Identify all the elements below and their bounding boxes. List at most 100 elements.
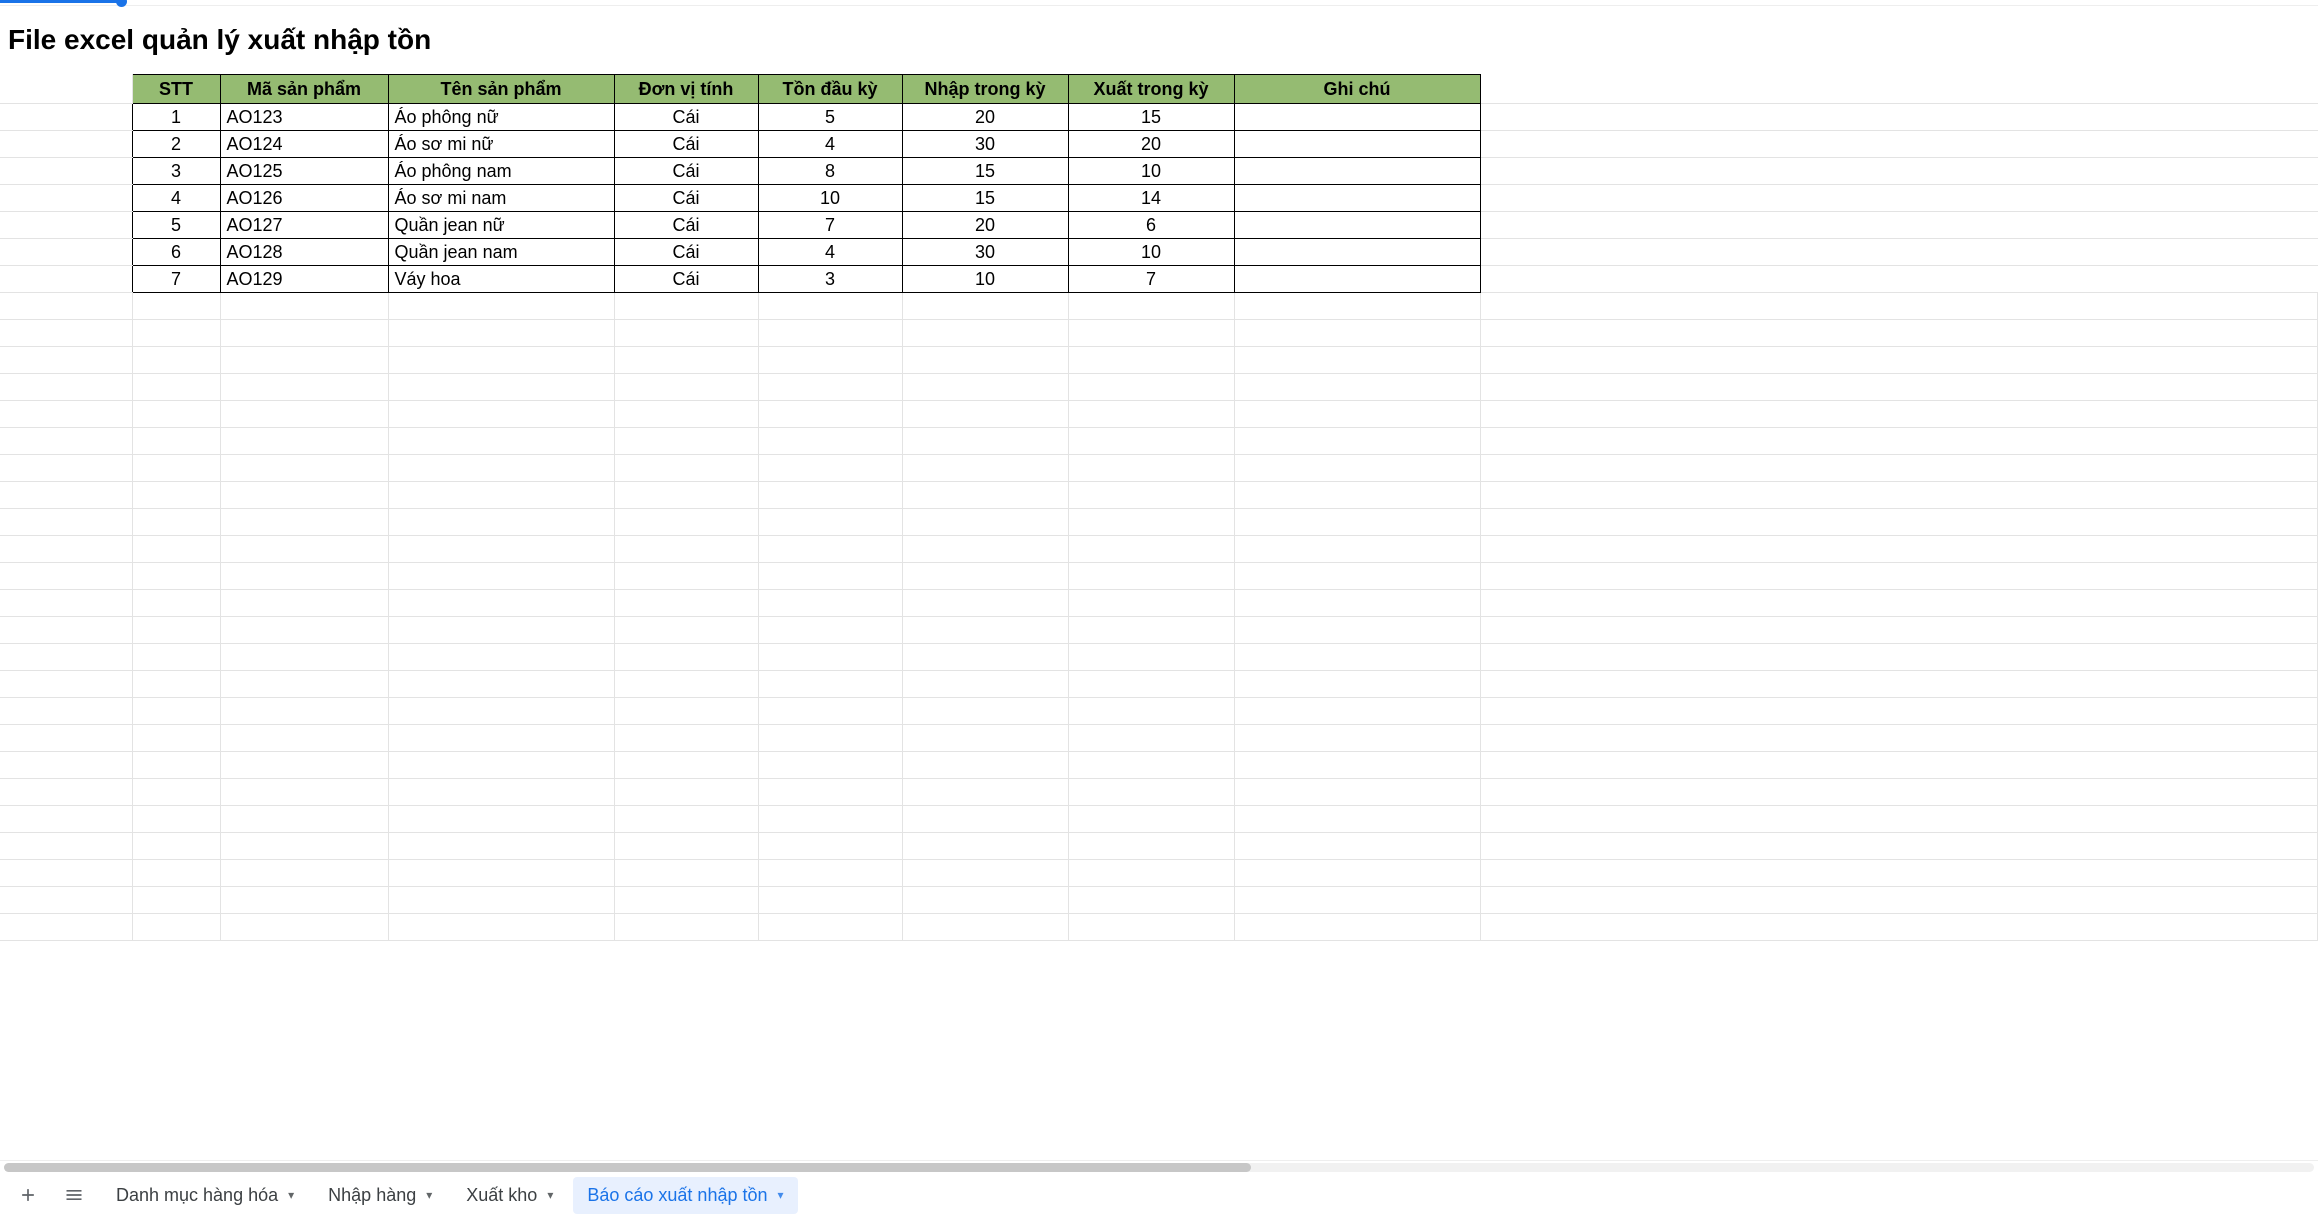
empty-cell[interactable] bbox=[0, 401, 132, 428]
empty-cell[interactable] bbox=[902, 320, 1068, 347]
pad-cell[interactable] bbox=[0, 266, 132, 293]
empty-cell[interactable] bbox=[388, 509, 614, 536]
rest-cell[interactable] bbox=[1480, 212, 2318, 239]
cell-out[interactable]: 6 bbox=[1068, 212, 1234, 239]
empty-cell[interactable] bbox=[132, 482, 220, 509]
rest-cell[interactable] bbox=[1480, 239, 2318, 266]
empty-cell[interactable] bbox=[902, 617, 1068, 644]
empty-cell[interactable] bbox=[614, 455, 758, 482]
cell-in[interactable]: 20 bbox=[902, 212, 1068, 239]
cell-out[interactable]: 10 bbox=[1068, 239, 1234, 266]
empty-cell[interactable] bbox=[902, 401, 1068, 428]
empty-cell[interactable] bbox=[614, 590, 758, 617]
cell-code[interactable]: AO125 bbox=[220, 158, 388, 185]
cell-stt[interactable]: 1 bbox=[132, 104, 220, 131]
empty-cell[interactable] bbox=[614, 509, 758, 536]
empty-cell[interactable] bbox=[614, 860, 758, 887]
empty-cell[interactable] bbox=[1480, 806, 2318, 833]
horizontal-scrollbar[interactable] bbox=[0, 1160, 2318, 1174]
empty-cell[interactable] bbox=[758, 536, 902, 563]
empty-cell[interactable] bbox=[220, 752, 388, 779]
empty-cell[interactable] bbox=[0, 752, 132, 779]
chevron-down-icon[interactable]: ▾ bbox=[547, 1188, 553, 1202]
empty-cell[interactable] bbox=[0, 455, 132, 482]
empty-cell[interactable] bbox=[1234, 671, 1480, 698]
all-sheets-button[interactable] bbox=[56, 1177, 92, 1213]
empty-cell[interactable] bbox=[1068, 455, 1234, 482]
empty-cell[interactable] bbox=[1234, 779, 1480, 806]
empty-cell[interactable] bbox=[220, 347, 388, 374]
empty-cell[interactable] bbox=[132, 509, 220, 536]
empty-cell[interactable] bbox=[1480, 455, 2318, 482]
empty-cell[interactable] bbox=[758, 482, 902, 509]
pad-cell[interactable] bbox=[0, 212, 132, 239]
cell-code[interactable]: AO126 bbox=[220, 185, 388, 212]
empty-cell[interactable] bbox=[220, 617, 388, 644]
empty-cell[interactable] bbox=[1480, 725, 2318, 752]
empty-cell[interactable] bbox=[220, 725, 388, 752]
cell-open[interactable]: 10 bbox=[758, 185, 902, 212]
empty-cell[interactable] bbox=[1234, 509, 1480, 536]
empty-cell[interactable] bbox=[614, 536, 758, 563]
empty-cell[interactable] bbox=[758, 887, 902, 914]
cell-code[interactable]: AO128 bbox=[220, 239, 388, 266]
empty-cell[interactable] bbox=[0, 563, 132, 590]
empty-cell[interactable] bbox=[0, 320, 132, 347]
empty-cell[interactable] bbox=[388, 617, 614, 644]
empty-cell[interactable] bbox=[902, 374, 1068, 401]
empty-cell[interactable] bbox=[902, 482, 1068, 509]
empty-cell[interactable] bbox=[0, 779, 132, 806]
empty-cell[interactable] bbox=[388, 779, 614, 806]
empty-cell[interactable] bbox=[1068, 752, 1234, 779]
empty-cell[interactable] bbox=[388, 455, 614, 482]
empty-cell[interactable] bbox=[220, 914, 388, 941]
cell-note[interactable] bbox=[1234, 158, 1480, 185]
empty-cell[interactable] bbox=[1068, 428, 1234, 455]
cell-out[interactable]: 14 bbox=[1068, 185, 1234, 212]
empty-cell[interactable] bbox=[220, 374, 388, 401]
empty-cell[interactable] bbox=[614, 887, 758, 914]
empty-cell[interactable] bbox=[614, 401, 758, 428]
empty-cell[interactable] bbox=[1234, 833, 1480, 860]
empty-cell[interactable] bbox=[0, 374, 132, 401]
cell-unit[interactable]: Cái bbox=[614, 158, 758, 185]
empty-cell[interactable] bbox=[614, 320, 758, 347]
cell-name[interactable]: Áo phông nữ bbox=[388, 104, 614, 131]
chevron-down-icon[interactable]: ▾ bbox=[426, 1188, 432, 1202]
empty-cell[interactable] bbox=[1068, 347, 1234, 374]
empty-cell[interactable] bbox=[132, 914, 220, 941]
cell-code[interactable]: AO127 bbox=[220, 212, 388, 239]
empty-cell[interactable] bbox=[614, 752, 758, 779]
cell-in[interactable]: 30 bbox=[902, 239, 1068, 266]
cell-name[interactable]: Quần jean nữ bbox=[388, 212, 614, 239]
empty-cell[interactable] bbox=[388, 833, 614, 860]
empty-cell[interactable] bbox=[1068, 698, 1234, 725]
empty-cell[interactable] bbox=[902, 779, 1068, 806]
empty-cell[interactable] bbox=[1480, 887, 2318, 914]
cell-in[interactable]: 15 bbox=[902, 158, 1068, 185]
empty-cell[interactable] bbox=[1234, 482, 1480, 509]
empty-cell[interactable] bbox=[388, 428, 614, 455]
col-header-unit[interactable]: Đơn vị tính bbox=[614, 75, 758, 104]
empty-cell[interactable] bbox=[1068, 914, 1234, 941]
empty-cell[interactable] bbox=[902, 293, 1068, 320]
empty-cell[interactable] bbox=[1068, 833, 1234, 860]
empty-cell[interactable] bbox=[1234, 563, 1480, 590]
empty-cell[interactable] bbox=[758, 617, 902, 644]
empty-cell[interactable] bbox=[758, 374, 902, 401]
empty-cell[interactable] bbox=[902, 698, 1068, 725]
pad-cell[interactable] bbox=[0, 104, 132, 131]
empty-cell[interactable] bbox=[0, 428, 132, 455]
empty-cell[interactable] bbox=[132, 293, 220, 320]
empty-cell[interactable] bbox=[1068, 779, 1234, 806]
empty-cell[interactable] bbox=[902, 428, 1068, 455]
empty-cell[interactable] bbox=[614, 833, 758, 860]
empty-cell[interactable] bbox=[1068, 590, 1234, 617]
empty-cell[interactable] bbox=[220, 779, 388, 806]
empty-cell[interactable] bbox=[132, 671, 220, 698]
cell-out[interactable]: 15 bbox=[1068, 104, 1234, 131]
empty-cell[interactable] bbox=[1234, 752, 1480, 779]
empty-cell[interactable] bbox=[0, 806, 132, 833]
empty-cell[interactable] bbox=[220, 428, 388, 455]
empty-cell[interactable] bbox=[1234, 401, 1480, 428]
